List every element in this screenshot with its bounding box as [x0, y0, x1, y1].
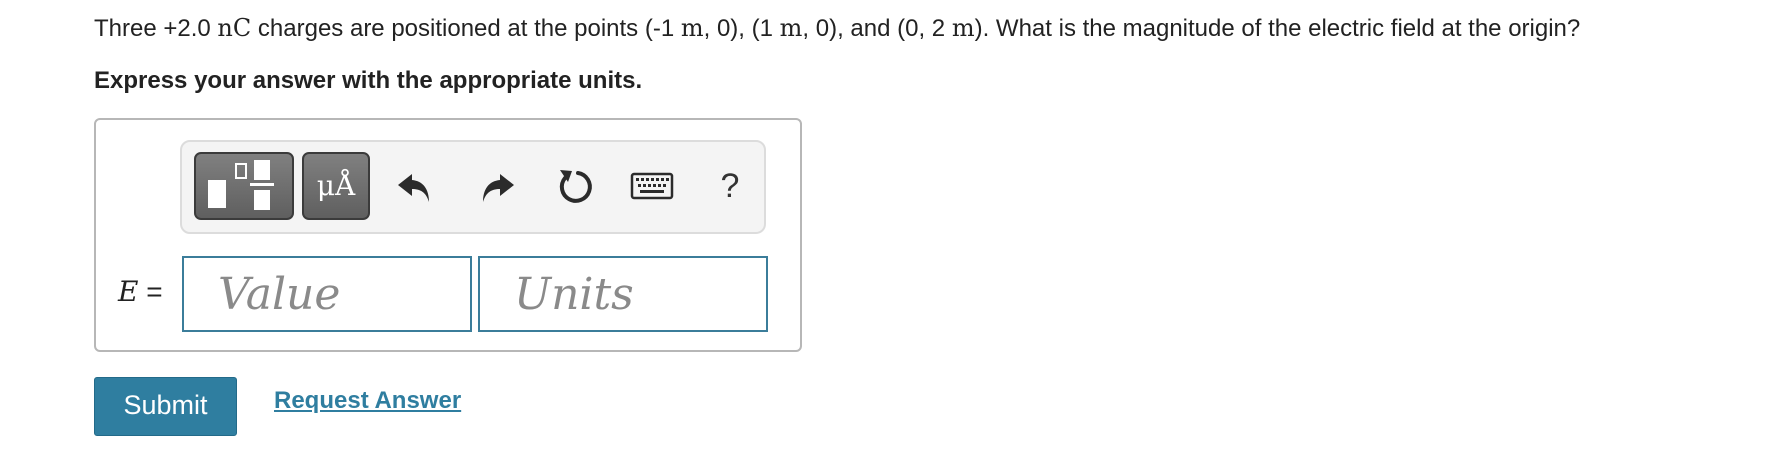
equals-sign: = [146, 276, 163, 307]
units-button[interactable]: μÅ [302, 152, 370, 220]
math-toolbar: μÅ ? [180, 140, 766, 234]
reset-icon [559, 170, 592, 203]
question-part-2: charges are positioned at the points (-1 [251, 15, 681, 42]
templates-button[interactable] [194, 152, 294, 220]
question-part-4: , 0), and (0, 2 [802, 15, 952, 42]
answer-variable-label: E = [118, 274, 163, 310]
question-part-3: , 0), (1 [703, 15, 780, 42]
units-input[interactable] [478, 256, 768, 332]
question-part-5: ). What is the magnitude of the electric… [974, 15, 1581, 42]
help-button[interactable]: ? [710, 156, 750, 216]
keyboard-icon [630, 172, 674, 200]
unit-meter: m [951, 14, 975, 42]
unit-meter: m [680, 14, 704, 42]
keyboard-button[interactable] [626, 156, 682, 216]
redo-button[interactable] [468, 156, 524, 216]
answer-box: μÅ ? E = Value Units [94, 118, 802, 352]
question-part-1: Three +2.0 [94, 15, 218, 42]
submit-button[interactable]: Submit [94, 377, 237, 436]
question-text: Three +2.0 nC charges are positioned at … [94, 12, 1580, 45]
templates-icon [208, 160, 274, 210]
reset-button[interactable] [546, 156, 602, 216]
units-button-label: μÅ [316, 169, 356, 202]
request-answer-link[interactable]: Request Answer [274, 384, 461, 418]
value-input[interactable] [182, 256, 472, 332]
unit-nanocoulomb: nC [217, 14, 252, 42]
instruction-text: Express your answer with the appropriate… [94, 67, 643, 94]
variable-symbol: E [118, 275, 139, 308]
unit-meter: m [779, 14, 803, 42]
redo-icon [483, 174, 514, 202]
undo-icon [398, 174, 429, 202]
undo-button[interactable] [388, 156, 444, 216]
